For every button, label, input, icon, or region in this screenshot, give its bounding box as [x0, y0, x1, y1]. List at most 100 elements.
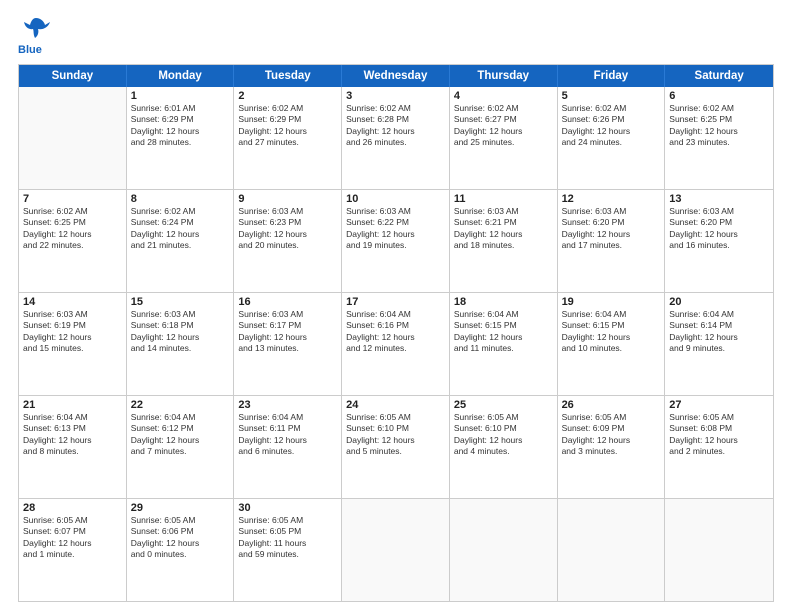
calendar-day-8: 8Sunrise: 6:02 AM Sunset: 6:24 PM Daylig…: [127, 190, 235, 292]
calendar-day-18: 18Sunrise: 6:04 AM Sunset: 6:15 PM Dayli…: [450, 293, 558, 395]
calendar-day-3: 3Sunrise: 6:02 AM Sunset: 6:28 PM Daylig…: [342, 87, 450, 189]
calendar-day-10: 10Sunrise: 6:03 AM Sunset: 6:22 PM Dayli…: [342, 190, 450, 292]
calendar-day-6: 6Sunrise: 6:02 AM Sunset: 6:25 PM Daylig…: [665, 87, 773, 189]
calendar-day-5: 5Sunrise: 6:02 AM Sunset: 6:26 PM Daylig…: [558, 87, 666, 189]
calendar-day-22: 22Sunrise: 6:04 AM Sunset: 6:12 PM Dayli…: [127, 396, 235, 498]
day-number: 14: [23, 296, 122, 308]
calendar-day-23: 23Sunrise: 6:04 AM Sunset: 6:11 PM Dayli…: [234, 396, 342, 498]
day-number: 29: [131, 502, 230, 514]
day-number: 2: [238, 90, 337, 102]
day-info: Sunrise: 6:02 AM Sunset: 6:26 PM Dayligh…: [562, 103, 661, 149]
calendar-day-1: 1Sunrise: 6:01 AM Sunset: 6:29 PM Daylig…: [127, 87, 235, 189]
day-info: Sunrise: 6:05 AM Sunset: 6:07 PM Dayligh…: [23, 515, 122, 561]
calendar: SundayMondayTuesdayWednesdayThursdayFrid…: [18, 64, 774, 602]
day-number: 5: [562, 90, 661, 102]
header-day-saturday: Saturday: [665, 65, 773, 87]
calendar-day-21: 21Sunrise: 6:04 AM Sunset: 6:13 PM Dayli…: [19, 396, 127, 498]
calendar-day-29: 29Sunrise: 6:05 AM Sunset: 6:06 PM Dayli…: [127, 499, 235, 601]
calendar-day-24: 24Sunrise: 6:05 AM Sunset: 6:10 PM Dayli…: [342, 396, 450, 498]
day-number: 4: [454, 90, 553, 102]
header-day-thursday: Thursday: [450, 65, 558, 87]
calendar-day-17: 17Sunrise: 6:04 AM Sunset: 6:16 PM Dayli…: [342, 293, 450, 395]
calendar-empty-cell: [342, 499, 450, 601]
logo: Blue: [18, 14, 50, 56]
header-day-sunday: Sunday: [19, 65, 127, 87]
logo-bird-icon: [22, 14, 50, 48]
day-info: Sunrise: 6:02 AM Sunset: 6:27 PM Dayligh…: [454, 103, 553, 149]
calendar-week-4: 21Sunrise: 6:04 AM Sunset: 6:13 PM Dayli…: [19, 396, 773, 499]
day-info: Sunrise: 6:04 AM Sunset: 6:13 PM Dayligh…: [23, 412, 122, 458]
calendar-week-5: 28Sunrise: 6:05 AM Sunset: 6:07 PM Dayli…: [19, 499, 773, 601]
day-number: 15: [131, 296, 230, 308]
day-info: Sunrise: 6:02 AM Sunset: 6:25 PM Dayligh…: [23, 206, 122, 252]
header-day-friday: Friday: [558, 65, 666, 87]
page-header: Blue: [18, 14, 774, 56]
day-number: 20: [669, 296, 769, 308]
day-number: 10: [346, 193, 445, 205]
day-number: 27: [669, 399, 769, 411]
day-number: 30: [238, 502, 337, 514]
calendar-day-11: 11Sunrise: 6:03 AM Sunset: 6:21 PM Dayli…: [450, 190, 558, 292]
calendar-day-20: 20Sunrise: 6:04 AM Sunset: 6:14 PM Dayli…: [665, 293, 773, 395]
day-info: Sunrise: 6:04 AM Sunset: 6:12 PM Dayligh…: [131, 412, 230, 458]
header-day-wednesday: Wednesday: [342, 65, 450, 87]
day-number: 24: [346, 399, 445, 411]
day-info: Sunrise: 6:02 AM Sunset: 6:25 PM Dayligh…: [669, 103, 769, 149]
day-number: 3: [346, 90, 445, 102]
day-info: Sunrise: 6:05 AM Sunset: 6:10 PM Dayligh…: [454, 412, 553, 458]
day-number: 26: [562, 399, 661, 411]
day-info: Sunrise: 6:03 AM Sunset: 6:17 PM Dayligh…: [238, 309, 337, 355]
calendar-empty-cell: [665, 499, 773, 601]
day-number: 7: [23, 193, 122, 205]
day-info: Sunrise: 6:05 AM Sunset: 6:10 PM Dayligh…: [346, 412, 445, 458]
day-info: Sunrise: 6:04 AM Sunset: 6:14 PM Dayligh…: [669, 309, 769, 355]
calendar-day-14: 14Sunrise: 6:03 AM Sunset: 6:19 PM Dayli…: [19, 293, 127, 395]
calendar-header: SundayMondayTuesdayWednesdayThursdayFrid…: [19, 65, 773, 87]
calendar-empty-cell: [19, 87, 127, 189]
day-number: 6: [669, 90, 769, 102]
day-number: 9: [238, 193, 337, 205]
day-info: Sunrise: 6:04 AM Sunset: 6:11 PM Dayligh…: [238, 412, 337, 458]
day-number: 1: [131, 90, 230, 102]
day-info: Sunrise: 6:02 AM Sunset: 6:28 PM Dayligh…: [346, 103, 445, 149]
day-info: Sunrise: 6:03 AM Sunset: 6:20 PM Dayligh…: [562, 206, 661, 252]
day-info: Sunrise: 6:03 AM Sunset: 6:21 PM Dayligh…: [454, 206, 553, 252]
header-day-monday: Monday: [127, 65, 235, 87]
calendar-day-27: 27Sunrise: 6:05 AM Sunset: 6:08 PM Dayli…: [665, 396, 773, 498]
day-info: Sunrise: 6:05 AM Sunset: 6:06 PM Dayligh…: [131, 515, 230, 561]
calendar-day-13: 13Sunrise: 6:03 AM Sunset: 6:20 PM Dayli…: [665, 190, 773, 292]
calendar-day-19: 19Sunrise: 6:04 AM Sunset: 6:15 PM Dayli…: [558, 293, 666, 395]
day-info: Sunrise: 6:02 AM Sunset: 6:24 PM Dayligh…: [131, 206, 230, 252]
day-number: 13: [669, 193, 769, 205]
calendar-day-30: 30Sunrise: 6:05 AM Sunset: 6:05 PM Dayli…: [234, 499, 342, 601]
day-number: 22: [131, 399, 230, 411]
calendar-week-3: 14Sunrise: 6:03 AM Sunset: 6:19 PM Dayli…: [19, 293, 773, 396]
day-info: Sunrise: 6:05 AM Sunset: 6:09 PM Dayligh…: [562, 412, 661, 458]
calendar-day-28: 28Sunrise: 6:05 AM Sunset: 6:07 PM Dayli…: [19, 499, 127, 601]
day-info: Sunrise: 6:03 AM Sunset: 6:22 PM Dayligh…: [346, 206, 445, 252]
day-number: 28: [23, 502, 122, 514]
day-info: Sunrise: 6:03 AM Sunset: 6:20 PM Dayligh…: [669, 206, 769, 252]
calendar-week-2: 7Sunrise: 6:02 AM Sunset: 6:25 PM Daylig…: [19, 190, 773, 293]
calendar-day-25: 25Sunrise: 6:05 AM Sunset: 6:10 PM Dayli…: [450, 396, 558, 498]
calendar-day-26: 26Sunrise: 6:05 AM Sunset: 6:09 PM Dayli…: [558, 396, 666, 498]
calendar-day-7: 7Sunrise: 6:02 AM Sunset: 6:25 PM Daylig…: [19, 190, 127, 292]
calendar-empty-cell: [558, 499, 666, 601]
calendar-body: 1Sunrise: 6:01 AM Sunset: 6:29 PM Daylig…: [19, 87, 773, 601]
calendar-day-12: 12Sunrise: 6:03 AM Sunset: 6:20 PM Dayli…: [558, 190, 666, 292]
day-info: Sunrise: 6:03 AM Sunset: 6:23 PM Dayligh…: [238, 206, 337, 252]
calendar-day-2: 2Sunrise: 6:02 AM Sunset: 6:29 PM Daylig…: [234, 87, 342, 189]
day-info: Sunrise: 6:04 AM Sunset: 6:15 PM Dayligh…: [562, 309, 661, 355]
day-number: 11: [454, 193, 553, 205]
day-number: 16: [238, 296, 337, 308]
day-number: 25: [454, 399, 553, 411]
calendar-day-9: 9Sunrise: 6:03 AM Sunset: 6:23 PM Daylig…: [234, 190, 342, 292]
calendar-week-1: 1Sunrise: 6:01 AM Sunset: 6:29 PM Daylig…: [19, 87, 773, 190]
day-info: Sunrise: 6:04 AM Sunset: 6:16 PM Dayligh…: [346, 309, 445, 355]
day-info: Sunrise: 6:03 AM Sunset: 6:19 PM Dayligh…: [23, 309, 122, 355]
day-info: Sunrise: 6:02 AM Sunset: 6:29 PM Dayligh…: [238, 103, 337, 149]
day-number: 18: [454, 296, 553, 308]
calendar-empty-cell: [450, 499, 558, 601]
calendar-day-15: 15Sunrise: 6:03 AM Sunset: 6:18 PM Dayli…: [127, 293, 235, 395]
calendar-day-4: 4Sunrise: 6:02 AM Sunset: 6:27 PM Daylig…: [450, 87, 558, 189]
